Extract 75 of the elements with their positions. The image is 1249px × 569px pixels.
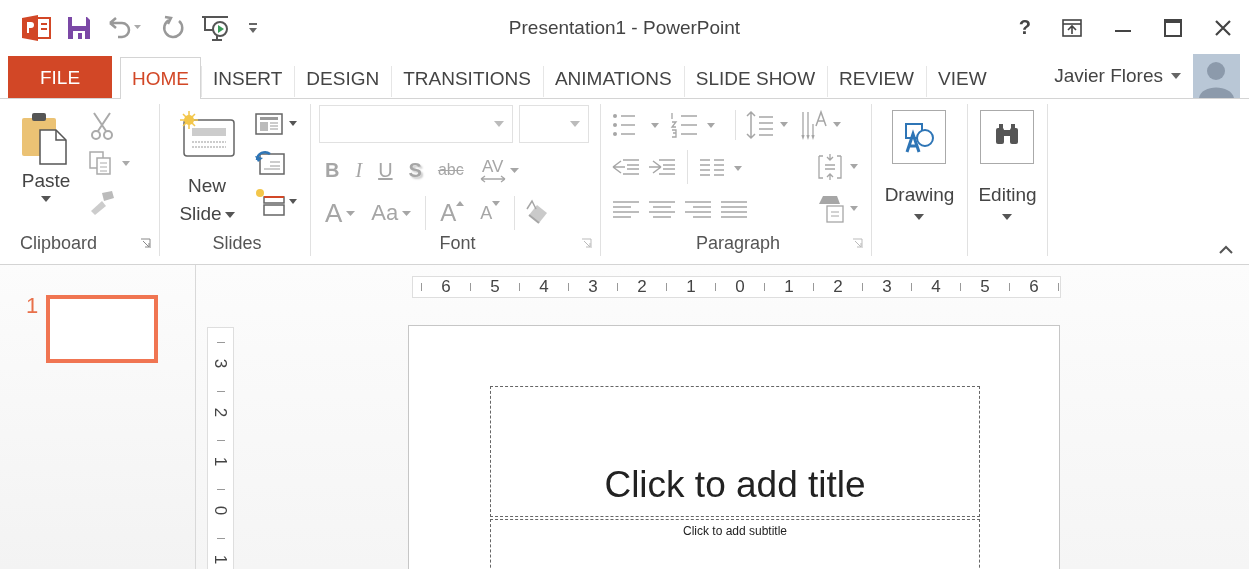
ruler-number: 1 — [212, 554, 229, 565]
copy-icon — [88, 150, 132, 177]
caret-icon — [494, 121, 504, 127]
ribbon-tab[interactable]: FILE — [8, 56, 112, 98]
ruler-number: 1 — [783, 277, 795, 297]
ruler-number: 4 — [538, 277, 550, 297]
new-slide-button[interactable]: New Slide — [160, 104, 248, 230]
ruler-number: 5 — [979, 277, 991, 297]
ribbon-tab[interactable]: ANIMATIONS — [542, 57, 684, 99]
ruler-number: 3 — [212, 358, 229, 369]
ribbon-tab[interactable]: TRANSITIONS — [391, 57, 543, 99]
new-slide-icon — [178, 110, 236, 160]
ribbon-tab[interactable]: VIEW — [926, 57, 999, 99]
ruler-number: 2 — [212, 407, 229, 418]
drawing-button[interactable]: Drawing — [876, 104, 963, 256]
caret-icon — [1002, 214, 1013, 220]
caret-icon — [41, 196, 51, 202]
powerpoint-logo-icon — [22, 14, 52, 41]
ruler-number: 3 — [881, 277, 893, 297]
ribbon-tab[interactable]: DESIGN — [294, 57, 392, 99]
group-label: Slides — [212, 232, 262, 254]
maximize-icon[interactable] — [1163, 17, 1183, 38]
ruler-number: 1 — [212, 456, 229, 467]
caret-icon — [492, 200, 501, 206]
ruler-number: 1 — [685, 277, 697, 297]
caret-icon — [509, 167, 519, 173]
title-placeholder[interactable]: Click to add title — [490, 386, 980, 517]
ruler-number: 0 — [734, 277, 746, 297]
window-title: Presentation1 - PowerPoint — [508, 16, 741, 39]
redo-icon[interactable] — [160, 14, 186, 41]
save-icon[interactable] — [66, 14, 92, 41]
ruler-number: 6 — [440, 277, 452, 297]
ribbon-tab[interactable]: SLIDE SHOW — [683, 57, 828, 99]
shapes-icon — [892, 110, 947, 164]
ribbon-tab[interactable]: HOME — [120, 57, 201, 99]
caret-icon — [346, 210, 356, 216]
dialog-launcher-icon[interactable] — [140, 237, 151, 249]
ribbon-display-icon[interactable] — [1061, 17, 1083, 38]
collapse-ribbon-icon[interactable] — [1219, 245, 1233, 254]
layout-icon[interactable] — [254, 111, 300, 138]
account-button[interactable]: Javier Flores — [1054, 65, 1181, 87]
ruler-number: 0 — [212, 505, 229, 516]
caret-icon — [1171, 73, 1181, 79]
slide-number: 1 — [26, 295, 39, 317]
caret-icon — [224, 212, 235, 218]
ruler-number: 3 — [587, 277, 599, 297]
reset-icon[interactable] — [254, 148, 286, 176]
title-placeholder-text: Click to add title — [604, 464, 866, 506]
caret-up-icon — [456, 200, 465, 206]
subtitle-placeholder-text: Click to add subtitle — [682, 524, 788, 538]
group-label: Font — [439, 233, 476, 254]
double-arrow-icon — [479, 174, 506, 183]
group-label: Paragraph — [695, 232, 781, 254]
scissors-icon[interactable] — [88, 110, 116, 141]
ribbon-tab[interactable]: INSERT — [201, 57, 295, 99]
ruler-number: 4 — [930, 277, 942, 297]
caret-icon — [402, 210, 412, 216]
ruler-number: 5 — [489, 277, 501, 297]
binoculars-icon — [980, 110, 1035, 164]
caret-icon — [570, 121, 580, 127]
caret-icon — [914, 214, 925, 220]
slide-thumbnail[interactable] — [46, 295, 159, 363]
ribbon-tab[interactable]: REVIEW — [827, 57, 927, 99]
editing-button[interactable]: Editing — [970, 104, 1045, 256]
group-label: Clipboard — [20, 232, 98, 254]
customize-caret-icon[interactable] — [246, 20, 260, 35]
help-button[interactable]: ? — [1018, 16, 1031, 39]
close-icon[interactable] — [1213, 17, 1233, 38]
ruler-number: 6 — [1028, 277, 1040, 297]
ruler-number: 2 — [636, 277, 648, 297]
section-icon[interactable] — [254, 186, 300, 217]
ruler-number: 2 — [832, 277, 844, 297]
paste-button[interactable]: Paste — [8, 104, 78, 230]
avatar-icon[interactable] — [1193, 54, 1240, 98]
subtitle-placeholder[interactable]: Click to add subtitle — [490, 519, 980, 569]
